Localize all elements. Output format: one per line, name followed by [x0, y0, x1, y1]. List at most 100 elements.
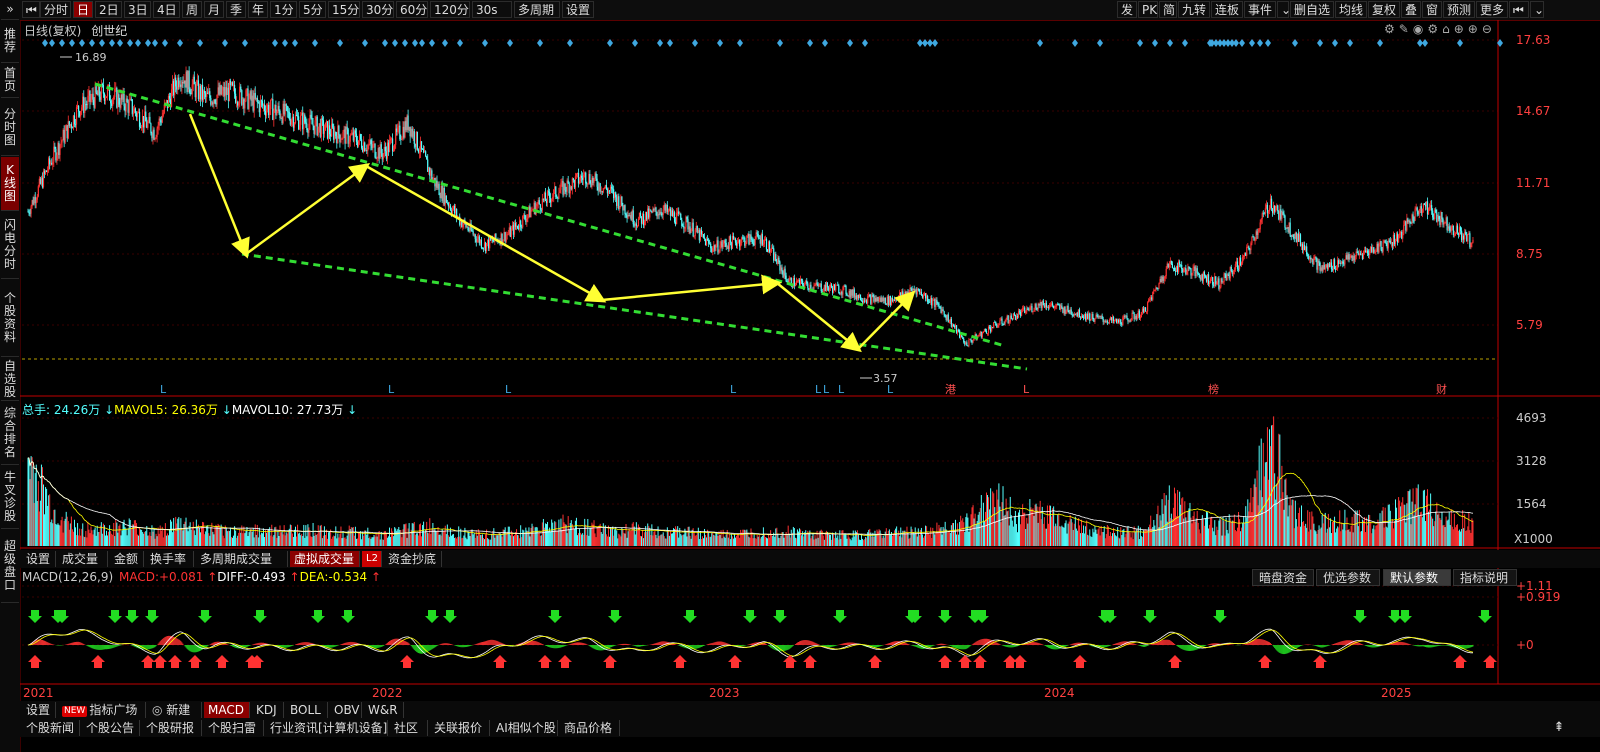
volume-bar: [299, 532, 301, 546]
volume-bar: [1348, 528, 1350, 546]
volume-bar: [1313, 523, 1315, 546]
volume-bar: [416, 533, 418, 546]
candle-body: [611, 188, 614, 190]
candle-body: [710, 243, 712, 249]
volume-bar: [742, 529, 744, 546]
candle-body: [1238, 257, 1241, 270]
price-axis: 17.6314.6711.718.755.79: [1516, 33, 1550, 332]
volume-bar: [225, 528, 227, 546]
candle-body: [141, 127, 143, 128]
volume-bar: [864, 539, 866, 546]
volume-bar: [531, 523, 533, 546]
volume-bar: [917, 528, 919, 546]
macd-panel: +1.11+0.919+0: [22, 579, 1560, 668]
candle-body: [317, 126, 319, 136]
candle-body: [1140, 312, 1143, 318]
candle-body: [162, 112, 164, 116]
kline-chart[interactable]: 16.893.57L L L L L L L L 港 L 榜财 17.6314.6711.718.7…: [20, 0, 1600, 752]
candle-body: [1400, 231, 1402, 234]
candle-body: [937, 303, 939, 305]
volume-bar: [494, 537, 496, 546]
candle-body: [146, 121, 148, 128]
volume-bar: [1004, 514, 1006, 546]
candle-body: [116, 88, 118, 108]
candle-body: [1037, 303, 1039, 310]
volume-bar: [953, 530, 955, 546]
candle-body: [408, 126, 410, 130]
volume-bar: [153, 528, 155, 546]
candle-body: [1029, 307, 1031, 311]
candle-body: [193, 76, 195, 85]
volume-bar: [600, 532, 602, 546]
candle-body: [380, 144, 382, 154]
sidebar-item-3[interactable]: K线图: [1, 157, 19, 211]
volume-bar: [446, 524, 448, 546]
candle-body: [1123, 315, 1125, 318]
candle-body: [1370, 246, 1372, 251]
sidebar-item-7[interactable]: 综合排名: [1, 402, 19, 465]
candle-body: [1289, 222, 1291, 236]
sidebar-item-1[interactable]: 首页: [1, 63, 19, 98]
volume-bar: [806, 533, 808, 546]
sidebar-item-0[interactable]: 推荐: [1, 20, 19, 63]
volume-bar: [1356, 510, 1358, 546]
volume-bar: [869, 528, 871, 546]
event-diamond-icon: [135, 39, 141, 47]
candle-body: [1317, 260, 1319, 270]
candle-body: [104, 97, 107, 101]
volume-bar: [764, 537, 766, 546]
candle-body: [204, 90, 206, 94]
candle-body: [1217, 278, 1219, 283]
sidebar-item-9[interactable]: 超级盘口: [1, 530, 19, 603]
candle-body: [1134, 316, 1136, 319]
candle-body: [948, 322, 950, 323]
volume-bar: [1068, 521, 1070, 546]
candle-body: [1409, 220, 1411, 223]
volume-bar: [56, 524, 58, 546]
volume-bar: [301, 533, 303, 546]
volume-bar: [1306, 527, 1308, 546]
candle-body: [636, 226, 638, 227]
candle-body: [533, 202, 535, 210]
candle-body: [766, 249, 769, 252]
candle-body: [865, 300, 867, 302]
volume-bar: [169, 529, 171, 546]
candle-body: [444, 195, 446, 205]
volume-bar: [1399, 500, 1401, 546]
candle-body: [1469, 233, 1471, 248]
candle-body: [1082, 317, 1085, 319]
volume-bar: [358, 532, 360, 546]
volume-bar: [315, 534, 317, 546]
volume-bar: [148, 535, 150, 546]
volume-bar: [454, 537, 456, 546]
price-axis-label: 8.75: [1516, 247, 1543, 261]
sidebar-item-2[interactable]: 分时图: [1, 99, 19, 156]
sidebar-item-4[interactable]: 闪电分时: [1, 212, 19, 279]
collapse-icon[interactable]: »: [1, 0, 19, 20]
candle-body: [354, 130, 357, 134]
sidebar-item-8[interactable]: 牛叉诊股: [1, 466, 19, 529]
candle-body: [954, 325, 957, 328]
candle-body: [940, 307, 942, 313]
volume-bar: [143, 533, 145, 546]
candle-body: [1018, 311, 1021, 313]
volume-bar: [1149, 524, 1151, 546]
candle-body: [1328, 263, 1330, 267]
volume-bar: [1338, 527, 1340, 546]
candle-body: [798, 279, 801, 285]
volume-bar: [272, 536, 274, 546]
candle-body: [1188, 267, 1190, 269]
candle-body: [1323, 265, 1325, 270]
volume-bar: [1081, 519, 1083, 546]
volume-bar: [1420, 511, 1422, 546]
candle-body: [1270, 198, 1273, 209]
volume-bar: [199, 532, 201, 546]
candle-body: [1233, 269, 1235, 272]
candle-body: [411, 128, 413, 137]
sidebar-item-5[interactable]: 个股资料: [1, 280, 19, 357]
candle-body: [934, 299, 936, 307]
candle-body: [133, 108, 135, 114]
volume-bar: [1096, 533, 1098, 546]
volume-bar: [1253, 484, 1255, 546]
sidebar-item-6[interactable]: 自选股: [1, 358, 19, 401]
